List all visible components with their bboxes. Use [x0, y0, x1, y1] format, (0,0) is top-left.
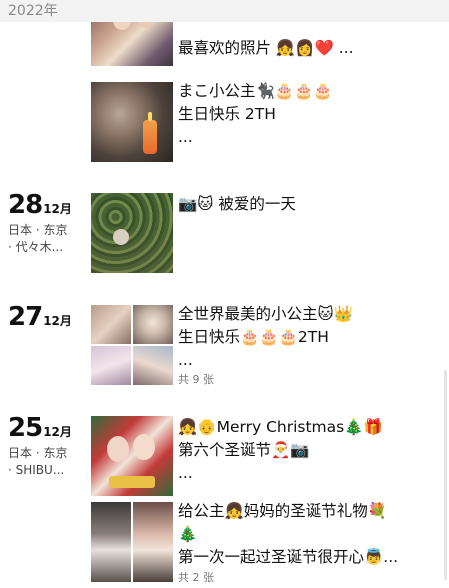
- photo-count: 共 2 张: [178, 571, 214, 584]
- caption-line: 生日快乐 2TH: [178, 105, 276, 123]
- entry-date: 2512月 日本 · 东京 · SHIBU...: [8, 413, 88, 479]
- caption-line: ...: [178, 464, 193, 482]
- photo-count: 共 9 张: [178, 373, 214, 386]
- entry-location[interactable]: 日本 · 东京 · 代々木...: [8, 222, 88, 256]
- scrollbar[interactable]: [444, 370, 447, 580]
- date-day: 27: [8, 302, 43, 332]
- date-day: 28: [8, 190, 43, 220]
- entry-date: 2812月 日本 · 东京 · 代々木...: [8, 190, 88, 256]
- photo-thumbnail[interactable]: [91, 193, 173, 273]
- entry-caption[interactable]: 给公主👧妈妈的圣诞节礼物💐 🎄 第一次一起过圣诞节很开心👼...: [178, 500, 428, 569]
- entry-caption[interactable]: 全世界最美的小公主🐱👑 生日快乐🎂🎂🎂2TH ...: [178, 303, 428, 372]
- location-line: 日本 · 东京: [8, 446, 68, 460]
- entry-location[interactable]: 日本 · 东京 · SHIBU...: [8, 445, 88, 479]
- caption-line: まこ小公主🐈‍⬛🎂🎂🎂: [178, 82, 333, 100]
- caption-line: 🎄: [178, 525, 198, 543]
- entry-caption[interactable]: 最喜欢的照片 👧👩❤️ ...: [178, 37, 428, 60]
- location-line: · 代々木...: [8, 240, 64, 254]
- photo-grid-thumbnail[interactable]: [91, 305, 173, 385]
- caption-line: 第六个圣诞节🎅📷: [178, 441, 310, 459]
- caption-line: 📷🐱 被爱的一天: [178, 195, 296, 213]
- entry-caption[interactable]: 📷🐱 被爱的一天: [178, 193, 428, 216]
- photo-thumbnail[interactable]: [91, 416, 173, 496]
- photo-grid-thumbnail[interactable]: [91, 502, 173, 582]
- caption-line: ...: [178, 128, 193, 146]
- year-header: 2022年: [0, 0, 449, 22]
- caption-line: 第一次一起过圣诞节很开心👼...: [178, 548, 399, 566]
- date-month: 12月: [43, 314, 72, 328]
- caption-line: 生日快乐🎂🎂🎂2TH: [178, 328, 329, 346]
- date-day: 25: [8, 413, 43, 443]
- caption-line: 最喜欢的照片 👧👩❤️ ...: [178, 39, 354, 57]
- entry-caption[interactable]: 👧👴Merry Christmas🎄🎁 第六个圣诞节🎅📷 ...: [178, 416, 428, 485]
- photo-thumbnail[interactable]: [91, 82, 173, 162]
- caption-line: 给公主👧妈妈的圣诞节礼物💐: [178, 502, 388, 520]
- entry-caption[interactable]: まこ小公主🐈‍⬛🎂🎂🎂 生日快乐 2TH ...: [178, 80, 428, 149]
- caption-line: ...: [178, 351, 193, 369]
- date-month: 12月: [43, 425, 72, 439]
- location-line: · SHIBU...: [8, 463, 65, 477]
- caption-line: 全世界最美的小公主🐱👑: [178, 305, 353, 323]
- entry-date: 2712月: [8, 302, 72, 332]
- date-month: 12月: [43, 202, 72, 216]
- location-line: 日本 · 东京: [8, 223, 68, 237]
- caption-line: 👧👴Merry Christmas🎄🎁: [178, 418, 383, 436]
